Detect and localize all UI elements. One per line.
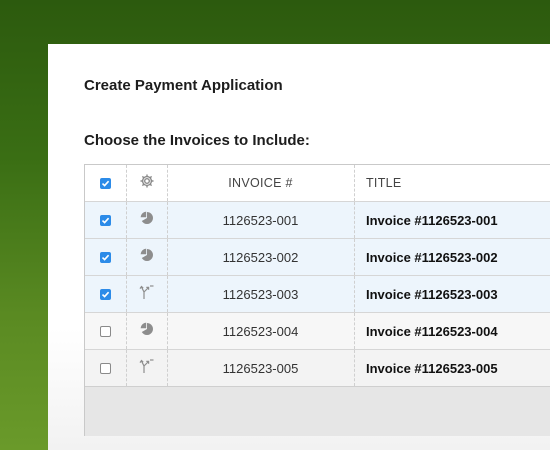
dialog-title: Create Payment Application xyxy=(84,77,283,94)
invoice-title-cell: Invoice #1126523-005 xyxy=(366,360,498,376)
invoice-title-cell: Invoice #1126523-001 xyxy=(366,212,498,228)
pie-chart-icon xyxy=(140,248,154,267)
row-checkbox[interactable] xyxy=(100,214,111,226)
table-header-row: INVOICE # TITLE xyxy=(85,165,550,202)
payment-application-dialog: Create Payment Application Choose the In… xyxy=(48,44,550,450)
section-heading: Choose the Invoices to Include: xyxy=(84,132,310,149)
table-footer xyxy=(85,386,550,436)
row-checkbox[interactable] xyxy=(100,325,111,337)
row-icon-cell xyxy=(126,202,168,238)
row-checkbox-cell xyxy=(85,313,127,349)
row-icon-cell xyxy=(126,350,168,386)
table-row[interactable]: 1126523-005 Invoice #1126523-005 xyxy=(85,350,550,387)
table-row[interactable]: 1126523-002 Invoice #1126523-002 xyxy=(85,239,550,276)
pie-chart-icon xyxy=(140,211,154,230)
column-header-title[interactable]: TITLE xyxy=(366,165,550,201)
invoice-number-cell: 1126523-002 xyxy=(167,239,355,275)
split-arrow-icon xyxy=(139,358,155,379)
row-checkbox[interactable] xyxy=(100,362,111,374)
settings-cell xyxy=(126,165,168,201)
table-row[interactable]: 1126523-004 Invoice #1126523-004 xyxy=(85,313,550,350)
invoice-title-cell: Invoice #1126523-004 xyxy=(366,323,498,339)
row-icon-cell xyxy=(126,239,168,275)
column-header-invoice-number[interactable]: INVOICE # xyxy=(167,165,355,201)
invoice-number-cell: 1126523-005 xyxy=(167,350,355,386)
gear-icon[interactable] xyxy=(139,173,155,194)
row-checkbox-cell xyxy=(85,276,127,312)
row-checkbox[interactable] xyxy=(100,288,111,300)
table-row[interactable]: 1126523-001 Invoice #1126523-001 xyxy=(85,202,550,239)
table-row[interactable]: 1126523-003 Invoice #1126523-003 xyxy=(85,276,550,313)
pie-chart-icon xyxy=(140,322,154,341)
invoice-number-cell: 1126523-004 xyxy=(167,313,355,349)
select-all-cell xyxy=(85,165,127,201)
invoice-number-cell: 1126523-001 xyxy=(167,202,355,238)
row-checkbox-cell xyxy=(85,350,127,386)
row-checkbox-cell xyxy=(85,239,127,275)
select-all-checkbox[interactable] xyxy=(100,177,111,189)
row-checkbox-cell xyxy=(85,202,127,238)
invoice-number-cell: 1126523-003 xyxy=(167,276,355,312)
row-icon-cell xyxy=(126,276,168,312)
row-checkbox[interactable] xyxy=(100,251,111,263)
row-icon-cell xyxy=(126,313,168,349)
invoice-title-cell: Invoice #1126523-002 xyxy=(366,249,498,265)
invoice-title-cell: Invoice #1126523-003 xyxy=(366,286,498,302)
invoice-table: INVOICE # TITLE 1126523-001 Invoice #112… xyxy=(84,164,550,436)
split-arrow-icon xyxy=(139,284,155,305)
